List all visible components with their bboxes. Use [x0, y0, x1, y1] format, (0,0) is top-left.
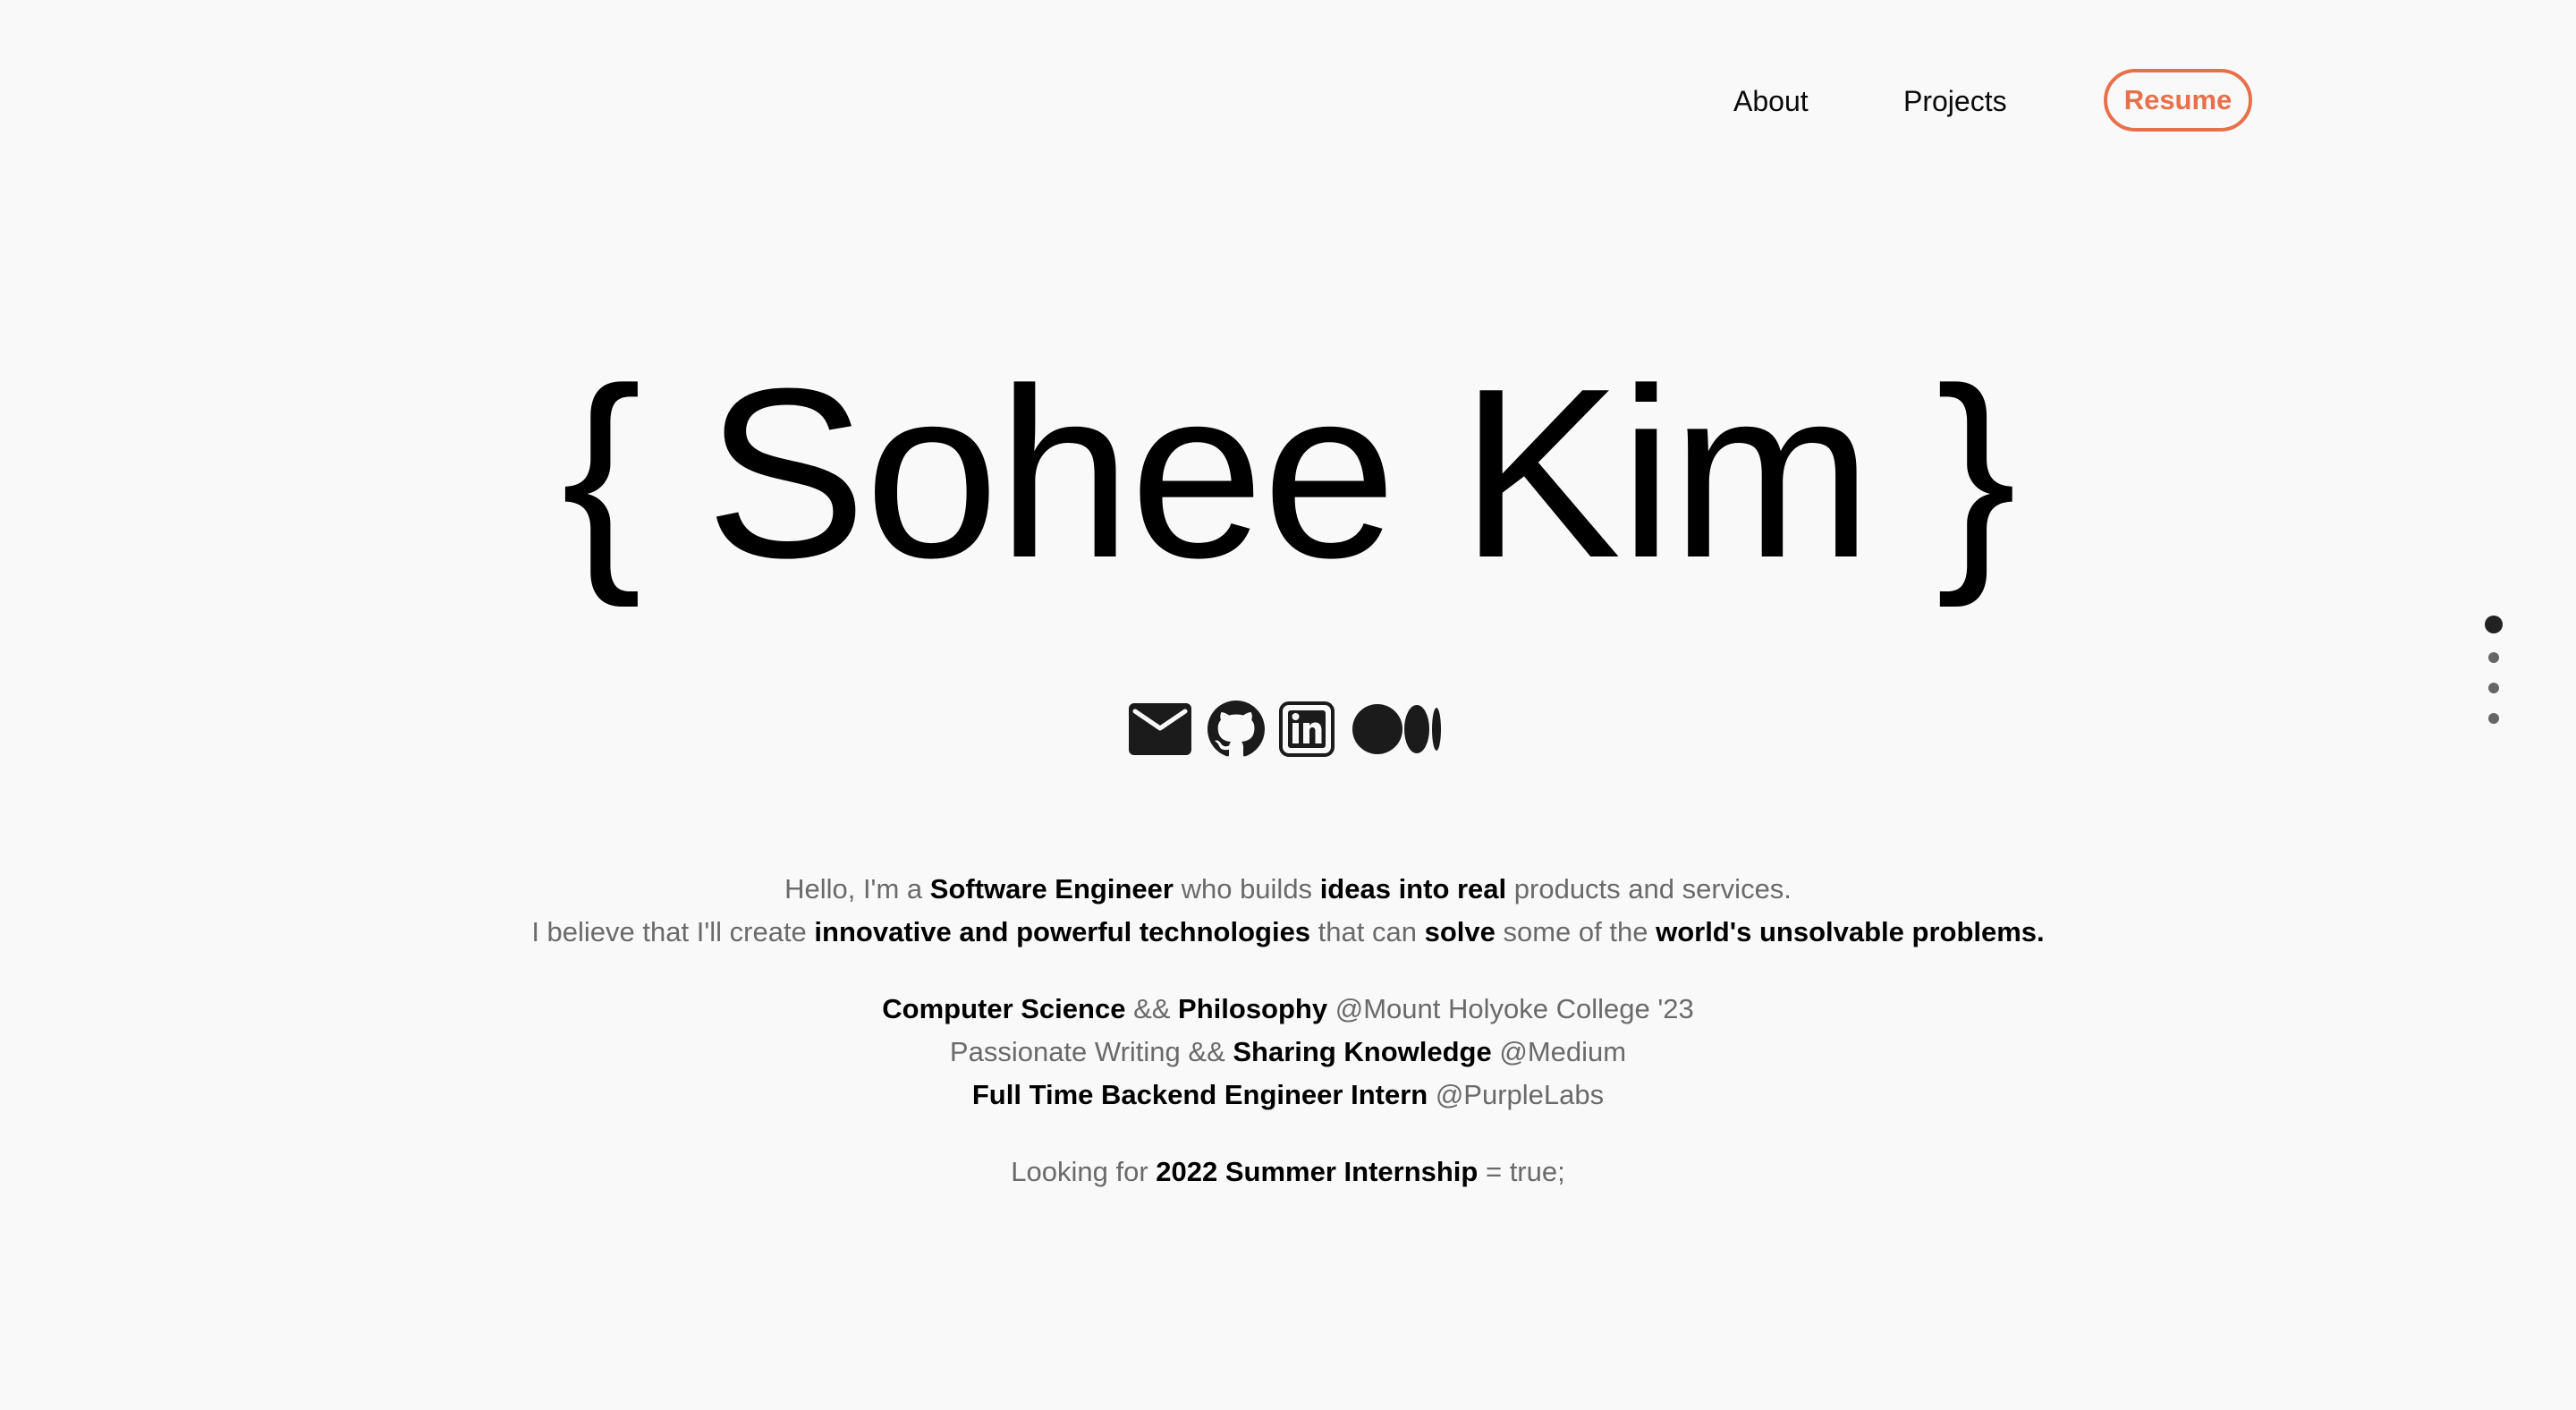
major-highlight: Computer Science — [882, 993, 1126, 1024]
role-highlight: Software Engineer — [929, 873, 1174, 905]
background-text-span: && — [1125, 993, 1179, 1024]
education-line: Computer Science && Philosophy @Mount Ho… — [0, 988, 2576, 1031]
section-dot[interactable] — [2488, 652, 2499, 663]
section-dot[interactable] — [2488, 683, 2499, 693]
linkedin-icon[interactable] — [1279, 701, 1335, 757]
intro-line-1: Hello, I'm a Software Engineer who build… — [0, 868, 2576, 911]
intro-line-2: I believe that I'll create innovative an… — [0, 911, 2576, 954]
intro-highlight: ideas into real — [1319, 873, 1507, 905]
nav-projects-link[interactable]: Projects — [1903, 85, 2007, 118]
intro-text-span: Hello, I'm a — [784, 873, 930, 905]
section-dot[interactable] — [2488, 713, 2499, 724]
looking-for-text: Looking for 2022 Summer Internship = tru… — [0, 1151, 2576, 1193]
looking-text-span: Looking for — [1011, 1156, 1157, 1187]
writing-highlight: Sharing Knowledge — [1233, 1036, 1492, 1067]
hero-title: { Sohee Kim } — [561, 339, 2016, 608]
medium-icon[interactable] — [1352, 702, 1442, 756]
looking-text-span: = true; — [1478, 1156, 1565, 1187]
major-highlight: Philosophy — [1178, 993, 1328, 1024]
section-dot-active[interactable] — [2485, 616, 2503, 633]
intro-text-span: that can — [1310, 916, 1425, 947]
nav-about-link[interactable]: About — [1733, 85, 1809, 118]
mail-icon[interactable] — [1129, 702, 1191, 756]
work-line: Full Time Backend Engineer Intern @Purpl… — [0, 1074, 2576, 1117]
intro-text-span: products and services. — [1506, 873, 1792, 905]
intro-text-span: I believe that I'll create — [531, 916, 815, 947]
page: About Projects Resume { Sohee Kim } Hell… — [0, 0, 2576, 1410]
intro-highlight: world's unsolvable problems. — [1656, 916, 2045, 947]
background-text-span: Passionate Writing && — [949, 1036, 1233, 1067]
background-text-span: @Mount Holyoke College '23 — [1327, 993, 1694, 1024]
intro-text-span: some of the — [1495, 916, 1657, 947]
background-text: Computer Science && Philosophy @Mount Ho… — [0, 988, 2576, 1117]
job-highlight: Full Time Backend Engineer Intern — [971, 1079, 1428, 1110]
internship-highlight: 2022 Summer Internship — [1156, 1156, 1479, 1187]
intro-highlight: solve — [1424, 916, 1496, 947]
intro-text-span: who builds — [1173, 873, 1320, 905]
intro-text: Hello, I'm a Software Engineer who build… — [0, 868, 2576, 954]
intro-highlight: innovative and powerful technologies — [814, 916, 1311, 947]
writing-line: Passionate Writing && Sharing Knowledge … — [0, 1031, 2576, 1074]
background-text-span: @PurpleLabs — [1428, 1079, 1605, 1110]
resume-button[interactable]: Resume — [2104, 69, 2252, 132]
github-icon[interactable] — [1208, 701, 1265, 758]
social-links — [1129, 700, 1442, 759]
background-text-span: @Medium — [1491, 1036, 1627, 1067]
